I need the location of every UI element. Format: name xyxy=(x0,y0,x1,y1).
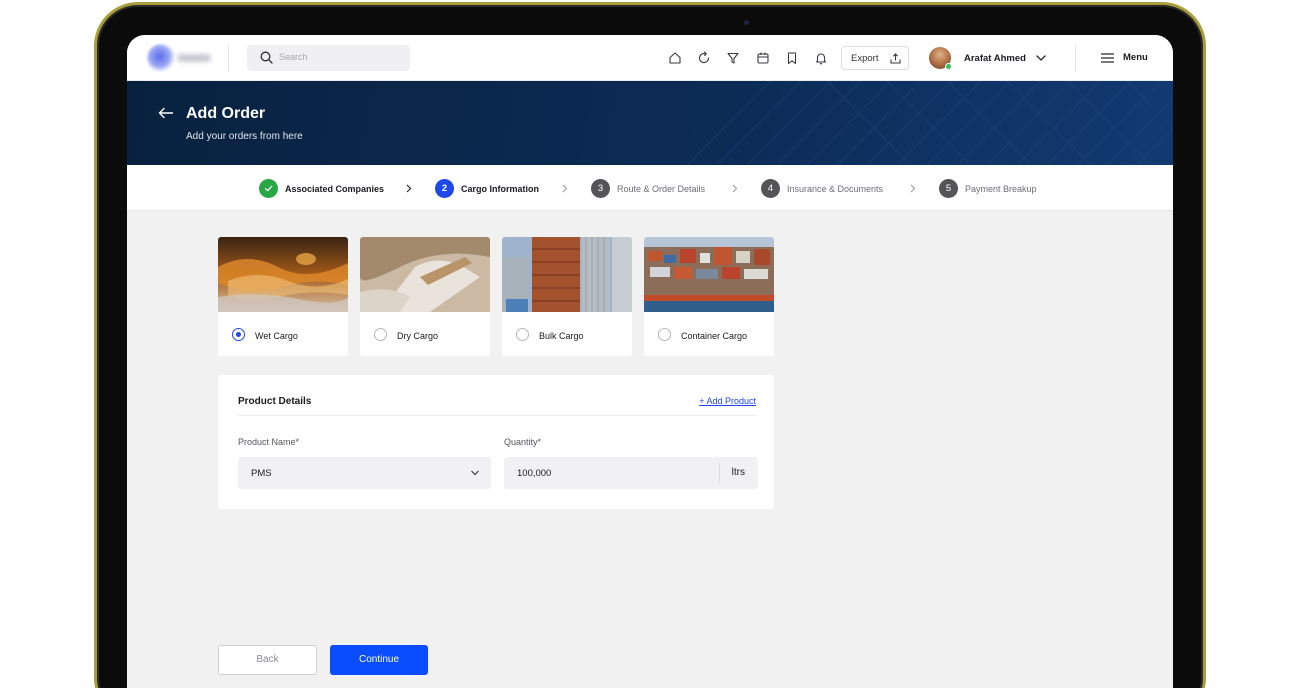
search-icon xyxy=(260,51,273,64)
divider xyxy=(719,463,720,483)
step-number: 3 xyxy=(591,179,610,198)
bell-icon[interactable] xyxy=(812,49,830,67)
quantity-value: 100,000 xyxy=(517,468,552,479)
logo-mark xyxy=(147,44,175,72)
check-icon xyxy=(259,179,278,198)
cargo-card-bulk[interactable]: Bulk Cargo xyxy=(502,237,632,356)
radio-bulk-cargo[interactable] xyxy=(516,328,529,341)
step-label: Route & Order Details xyxy=(617,183,706,194)
hamburger-icon xyxy=(1101,53,1114,63)
page-header: Add Order Add your orders from here xyxy=(127,81,1173,165)
quantity-label: Quantity* xyxy=(504,437,542,447)
container-cargo-image xyxy=(644,237,774,312)
cargo-label: Bulk Cargo xyxy=(539,331,584,341)
radio-wet-cargo[interactable] xyxy=(232,328,245,341)
product-details-panel: Product Details + Add Product Product Na… xyxy=(218,375,774,509)
app-screen: Search Export Arafat Ahmed Menu Add Orde… xyxy=(127,35,1173,688)
cargo-label: Dry Cargo xyxy=(397,331,439,341)
avatar[interactable] xyxy=(929,47,952,70)
radio-container-cargo[interactable] xyxy=(658,328,671,341)
back-button[interactable]: Back xyxy=(218,645,317,675)
chevron-right-icon xyxy=(562,184,568,193)
page-subtitle: Add your orders from here xyxy=(186,131,303,142)
step-cargo-information[interactable]: 2 Cargo Information xyxy=(435,179,539,198)
bulk-cargo-image xyxy=(502,237,632,312)
product-name-select[interactable]: PMS xyxy=(238,457,491,489)
back-arrow-icon[interactable] xyxy=(158,107,174,119)
step-payment-breakup[interactable]: 5 Payment Breakup xyxy=(939,179,1037,198)
export-button[interactable]: Export xyxy=(841,46,909,70)
search-placeholder: Search xyxy=(279,52,308,62)
step-label: Associated Companies xyxy=(285,183,385,194)
brand-logo[interactable] xyxy=(147,44,213,72)
chevron-down-icon xyxy=(471,470,479,476)
step-associated-companies[interactable]: Associated Companies xyxy=(259,179,384,198)
logo-wordmark xyxy=(177,54,211,62)
step-number: 5 xyxy=(939,179,958,198)
divider xyxy=(1075,45,1076,71)
step-number: 2 xyxy=(435,179,454,198)
step-insurance-documents[interactable]: 4 Insurance & Documents xyxy=(761,179,883,198)
user-name[interactable]: Arafat Ahmed xyxy=(964,53,1026,64)
filter-icon[interactable] xyxy=(724,49,742,67)
step-number: 4 xyxy=(761,179,780,198)
cargo-card-dry[interactable]: Dry Cargo xyxy=(360,237,490,356)
home-icon[interactable] xyxy=(666,49,684,67)
step-label: Payment Breakup xyxy=(965,183,1037,194)
top-bar: Search Export Arafat Ahmed Menu xyxy=(127,35,1173,81)
cargo-label: Container Cargo xyxy=(681,331,748,341)
bookmark-icon[interactable] xyxy=(783,49,801,67)
header-pattern xyxy=(686,81,1173,165)
step-label: Insurance & Documents xyxy=(787,183,884,194)
chevron-down-icon[interactable] xyxy=(1035,52,1047,64)
quantity-field[interactable]: 100,000 ltrs xyxy=(504,457,758,489)
step-route-order-details[interactable]: 3 Route & Order Details xyxy=(591,179,705,198)
page-title: Add Order xyxy=(186,105,266,122)
product-name-label: Product Name* xyxy=(238,437,300,447)
divider xyxy=(238,415,756,416)
step-label: Cargo Information xyxy=(461,183,539,194)
cargo-card-container[interactable]: Container Cargo xyxy=(644,237,774,356)
continue-button[interactable]: Continue xyxy=(330,645,428,675)
chevron-right-icon xyxy=(406,184,412,193)
upload-icon xyxy=(890,53,901,64)
cargo-card-wet[interactable]: Wet Cargo xyxy=(218,237,348,356)
chevron-right-icon xyxy=(732,184,738,193)
search-input[interactable]: Search xyxy=(247,45,410,71)
camera-dot xyxy=(744,20,749,25)
product-name-value: PMS xyxy=(251,468,272,479)
add-product-link[interactable]: + Add Product xyxy=(699,396,756,406)
wet-cargo-image xyxy=(218,237,348,312)
calendar-icon[interactable] xyxy=(754,49,772,67)
divider xyxy=(228,45,229,71)
export-label: Export xyxy=(851,53,879,64)
chevron-right-icon xyxy=(910,184,916,193)
cargo-label: Wet Cargo xyxy=(255,331,298,341)
dry-cargo-image xyxy=(360,237,490,312)
radio-dry-cargo[interactable] xyxy=(374,328,387,341)
refresh-icon[interactable] xyxy=(695,49,713,67)
order-stepper: Associated Companies 2 Cargo Information… xyxy=(127,165,1173,211)
menu-label: Menu xyxy=(1123,52,1148,63)
quantity-unit: ltrs xyxy=(731,467,745,478)
online-status-dot xyxy=(945,63,952,70)
panel-title: Product Details xyxy=(238,396,312,407)
